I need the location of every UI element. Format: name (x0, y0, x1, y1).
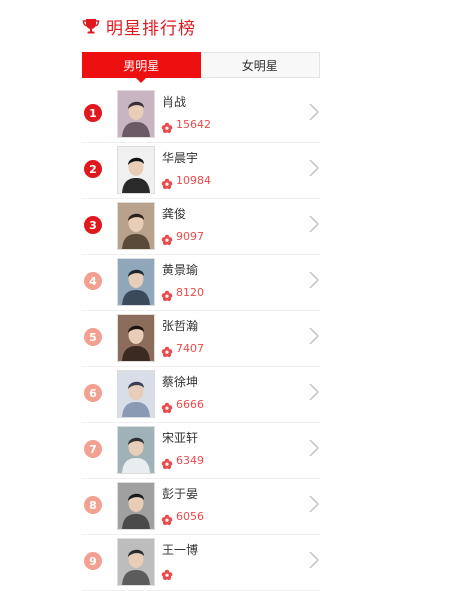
star-row[interactable]: 7 宋亚轩 6349 (82, 423, 320, 479)
score-box: 8120 (161, 286, 204, 301)
tab-female-stars[interactable]: 女明星 (200, 53, 319, 77)
score-box: 10984 (161, 174, 211, 189)
trophy-icon (82, 17, 100, 35)
star-name[interactable]: 彭于晏 (162, 485, 198, 502)
chevron-right-icon[interactable] (308, 214, 320, 234)
chevron-right-icon[interactable] (308, 382, 320, 402)
chevron-right-icon[interactable] (308, 438, 320, 458)
score-value: 15642 (176, 118, 211, 131)
rank-badge: 1 (84, 104, 102, 122)
flower-icon (161, 175, 173, 189)
score-value: 9097 (176, 230, 204, 243)
chevron-right-icon[interactable] (308, 270, 320, 290)
star-name[interactable]: 宋亚轩 (162, 429, 198, 446)
gender-tabs: 男明星 女明星 (82, 52, 320, 83)
star-row[interactable]: 5 张哲瀚 7407 (82, 311, 320, 367)
rank-badge: 8 (84, 496, 102, 514)
score-box: 6666 (161, 398, 204, 413)
avatar[interactable] (117, 90, 155, 138)
star-list: 1 肖战 15642 2 华晨宇 10984 3 龚俊 9097 4 黄景瑜 8120 5 张哲瀚 7407… (82, 87, 320, 591)
avatar[interactable] (117, 426, 155, 474)
score-value: 6349 (176, 454, 204, 467)
score-box: 6056 (161, 510, 204, 525)
rank-badge: 6 (84, 384, 102, 402)
avatar[interactable] (117, 370, 155, 418)
rank-badge: 2 (84, 160, 102, 178)
flower-icon (161, 119, 173, 133)
star-name[interactable]: 黄景瑜 (162, 261, 198, 278)
star-name[interactable]: 肖战 (162, 93, 186, 110)
avatar[interactable] (117, 202, 155, 250)
rank-badge: 7 (84, 440, 102, 458)
star-row[interactable]: 1 肖战 15642 (82, 87, 320, 143)
score-value: 6666 (176, 398, 204, 411)
star-row[interactable]: 4 黄景瑜 8120 (82, 255, 320, 311)
flower-icon (161, 511, 173, 525)
rank-badge: 5 (84, 328, 102, 346)
ranking-header: 明星排行榜 (82, 0, 320, 52)
score-box: 6349 (161, 454, 204, 469)
avatar[interactable] (117, 314, 155, 362)
score-value: 10984 (176, 174, 211, 187)
chevron-right-icon[interactable] (308, 494, 320, 514)
score-box: 7407 (161, 342, 204, 357)
flower-icon (161, 399, 173, 413)
star-row[interactable]: 8 彭于晏 6056 (82, 479, 320, 535)
avatar[interactable] (117, 258, 155, 306)
page-title: 明星排行榜 (106, 18, 196, 39)
star-row[interactable]: 3 龚俊 9097 (82, 199, 320, 255)
tab-male-stars[interactable]: 男明星 (82, 52, 201, 83)
chevron-right-icon[interactable] (308, 158, 320, 178)
avatar[interactable] (117, 482, 155, 530)
star-row[interactable]: 6 蔡徐坤 6666 (82, 367, 320, 423)
flower-icon (161, 566, 173, 581)
star-row[interactable]: 2 华晨宇 10984 (82, 143, 320, 199)
avatar[interactable] (117, 146, 155, 194)
flower-icon (161, 231, 173, 245)
score-value: 8120 (176, 286, 204, 299)
chevron-right-icon[interactable] (308, 550, 320, 570)
score-box: 9097 (161, 230, 204, 245)
chevron-right-icon[interactable] (308, 326, 320, 346)
score-value: 7407 (176, 342, 204, 355)
score-box (161, 566, 176, 581)
rank-badge: 3 (84, 216, 102, 234)
star-name[interactable]: 蔡徐坤 (162, 373, 198, 390)
star-name[interactable]: 张哲瀚 (162, 317, 198, 334)
flower-icon (161, 455, 173, 469)
rank-badge: 9 (84, 552, 102, 570)
rank-badge: 4 (84, 272, 102, 290)
flower-icon (161, 287, 173, 301)
star-name[interactable]: 龚俊 (162, 205, 186, 222)
score-value: 6056 (176, 510, 204, 523)
flower-icon (161, 343, 173, 357)
score-box: 15642 (161, 118, 211, 133)
chevron-right-icon[interactable] (308, 102, 320, 122)
avatar[interactable] (117, 538, 155, 586)
star-name[interactable]: 华晨宇 (162, 149, 198, 166)
star-row[interactable]: 9 王一博 (82, 535, 320, 591)
ranking-panel: 明星排行榜 男明星 女明星 1 肖战 15642 2 华晨宇 10984 3 龚俊 9097 4 黄… (82, 0, 320, 591)
